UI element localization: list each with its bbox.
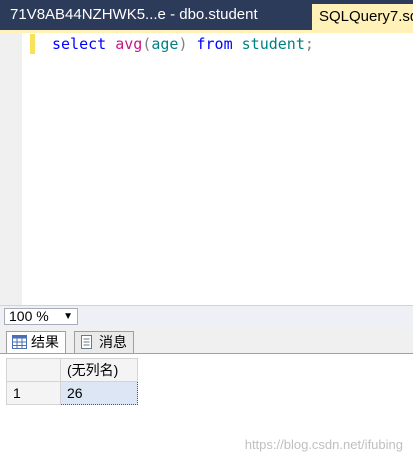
tab-results[interactable]: 结果	[6, 331, 66, 354]
table-row: 1 26	[6, 381, 138, 405]
document-tabstrip: 71V8AB44NZHWK5...e - dbo.student SQLQuer…	[0, 0, 413, 30]
editor-gutter	[0, 33, 22, 305]
tab-messages-label: 消息	[99, 334, 127, 350]
code-token: age	[151, 35, 179, 53]
zoom-bar: 100 % ▼	[0, 305, 413, 327]
results-grid-area: (无列名) 1 26 https://blog.csdn.net/ifubing	[0, 353, 413, 460]
zoom-select[interactable]: 100 % ▼	[4, 308, 78, 325]
row-number[interactable]: 1	[6, 381, 61, 405]
grid-cell[interactable]: 26	[60, 381, 138, 405]
change-indicator	[30, 34, 35, 54]
tab-messages[interactable]: 消息	[74, 331, 134, 353]
watermark: https://blog.csdn.net/ifubing	[244, 437, 403, 452]
code-token: select	[52, 35, 107, 53]
tab-sqlquery[interactable]: SQLQuery7.sq	[312, 4, 413, 30]
code-token: ;	[304, 35, 314, 53]
code-token: student	[241, 35, 305, 53]
results-grid: (无列名) 1 26	[6, 358, 138, 405]
code-token: avg	[115, 35, 143, 53]
grid-corner[interactable]	[6, 358, 61, 382]
grid-header-row: (无列名)	[6, 358, 138, 382]
zoom-value: 100 %	[9, 308, 49, 324]
chevron-down-icon[interactable]: ▼	[63, 309, 73, 324]
tab-table-design[interactable]: 71V8AB44NZHWK5...e - dbo.student	[0, 0, 312, 30]
message-icon	[81, 335, 92, 349]
grid-icon	[12, 335, 27, 349]
code-token: from	[196, 35, 233, 53]
code-line-1[interactable]: select avg(age) from student;	[52, 35, 314, 53]
code-token: (	[142, 35, 152, 53]
query-editor[interactable]	[26, 33, 413, 305]
column-header[interactable]: (无列名)	[60, 358, 138, 382]
tab-results-label: 结果	[31, 334, 59, 350]
results-tabstrip: 结果 消息	[0, 327, 413, 354]
